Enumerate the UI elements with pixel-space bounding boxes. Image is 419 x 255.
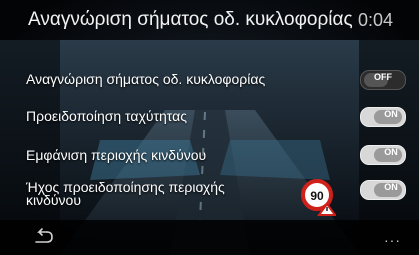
danger-zone-sound-toggle[interactable]: ON <box>360 180 406 200</box>
title-bar: Αναγνώριση σήματος οδ. κυκλοφορίας 0:04 <box>0 0 419 40</box>
traffic-sign-recognition-toggle[interactable]: OFF <box>360 70 406 90</box>
speed-warning-toggle[interactable]: ON <box>360 107 406 127</box>
page-title: Αναγνώριση σήματος οδ. κυκλοφορίας <box>28 9 353 30</box>
setting-label-line-2: κινδύνου <box>26 192 82 208</box>
traffic-sign-settings-screen: Αναγνώριση σήματος οδ. κυκλοφορίας 0:04 … <box>0 0 419 255</box>
toggle-state-text: ON <box>384 109 398 119</box>
toggle-state-text: ON <box>384 182 398 192</box>
setting-label: Εμφάνιση περιοχής κινδύνου <box>26 147 207 163</box>
setting-row-danger-zone-sound[interactable]: Ήχος προειδοποίησης περιοχής κινδύνου ON <box>0 180 419 210</box>
setting-label: Προειδοποίηση ταχύτητας <box>26 108 187 124</box>
toggle-state-text: OFF <box>374 72 392 82</box>
danger-zone-display-toggle[interactable]: ON <box>360 145 406 165</box>
setting-label: Αναγνώριση σήματος οδ. κυκλοφορίας <box>26 71 266 87</box>
back-arrow-icon[interactable] <box>32 228 54 246</box>
more-icon[interactable]: ··· <box>384 232 401 248</box>
toggle-state-text: ON <box>384 147 398 157</box>
bottom-bar: ··· <box>0 220 419 255</box>
speed-limit-value: 90 <box>310 189 324 203</box>
setting-row-traffic-sign-recognition[interactable]: Αναγνώριση σήματος οδ. κυκλοφορίας OFF <box>0 67 419 91</box>
speed-limit-sign-icon: 90 <box>301 179 336 216</box>
setting-row-speed-warning[interactable]: Προειδοποίηση ταχύτητας ON <box>0 107 419 131</box>
clock: 0:04 <box>358 10 394 30</box>
setting-row-danger-zone-display[interactable]: Εμφάνιση περιοχής κινδύνου ON <box>0 145 419 169</box>
